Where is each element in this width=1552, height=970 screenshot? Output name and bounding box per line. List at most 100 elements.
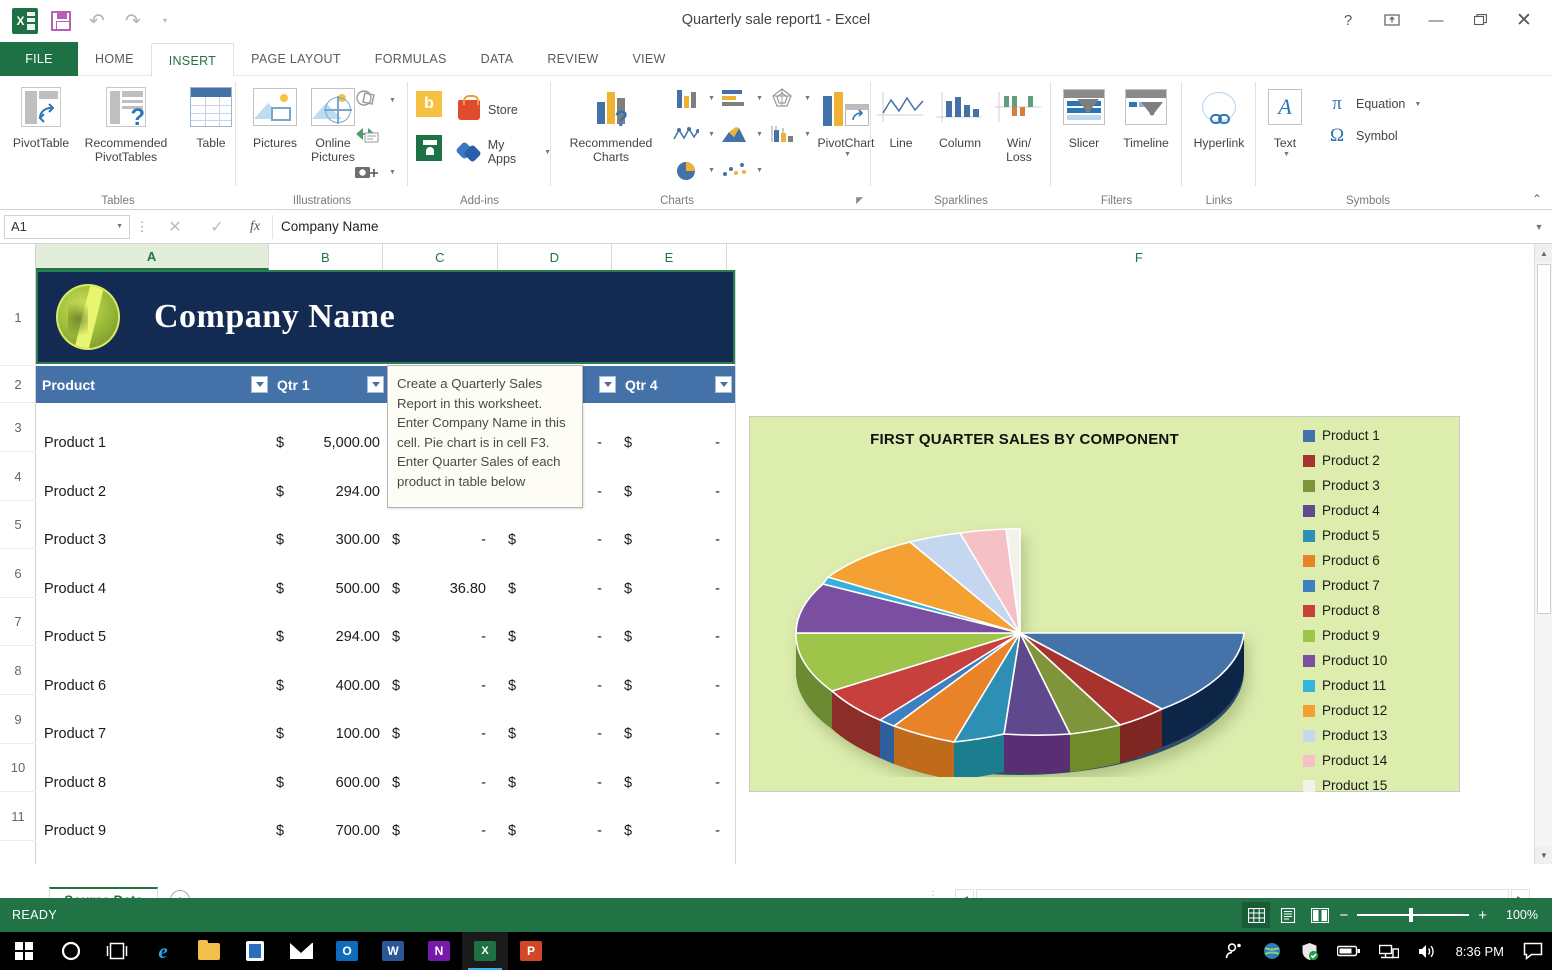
cell-qtr1-value[interactable]: 700.00 [290, 823, 380, 839]
minimize-button[interactable]: — [1414, 4, 1458, 36]
mail-icon[interactable] [278, 932, 324, 970]
zoom-slider[interactable] [1357, 908, 1470, 923]
cell-qtr4-value[interactable]: - [638, 629, 720, 645]
bing-maps-button[interactable]: b [416, 91, 442, 117]
legend-item[interactable]: Product 9 [1303, 623, 1455, 648]
cell-qtr4-value[interactable]: - [638, 775, 720, 791]
cell-qtr1-value[interactable]: 400.00 [290, 678, 380, 694]
cell-product[interactable]: Product 4 [44, 581, 224, 597]
formula-input[interactable]: Company Name [272, 214, 1526, 239]
cell-qtr2-value[interactable]: 36.80 [406, 581, 486, 597]
onenote-icon[interactable]: N [416, 932, 462, 970]
filter-button-product[interactable] [251, 376, 268, 393]
filter-button-qtr1[interactable] [367, 376, 384, 393]
formula-bar-options-icon[interactable]: ⋮ [130, 219, 154, 235]
legend-item[interactable]: Product 6 [1303, 548, 1455, 573]
cell-product[interactable]: Product 1 [44, 435, 224, 451]
row-header-7[interactable]: 7 [0, 598, 36, 646]
legend-item[interactable]: Product 13 [1303, 723, 1455, 748]
filter-button-qtr4[interactable] [715, 376, 732, 393]
column-header-a[interactable]: A [35, 244, 269, 270]
cell-product[interactable]: Product 5 [44, 629, 224, 645]
row-header-6[interactable]: 6 [0, 549, 36, 598]
scroll-up-button[interactable]: ▲ [1535, 244, 1552, 262]
cell-product[interactable]: Product 8 [44, 775, 224, 791]
row-header-4[interactable]: 4 [0, 452, 36, 501]
legend-item[interactable]: Product 14 [1303, 748, 1455, 773]
people-graph-button[interactable] [416, 135, 442, 161]
name-box[interactable]: A1 ▼ [4, 214, 130, 239]
tab-insert[interactable]: INSERT [150, 43, 235, 77]
cell-qtr1-value[interactable]: 600.00 [290, 775, 380, 791]
legend-item[interactable]: Product 5 [1303, 523, 1455, 548]
close-button[interactable]: ✕ [1502, 4, 1546, 36]
volume-icon[interactable] [1408, 943, 1446, 960]
name-box-dropdown-icon[interactable]: ▼ [116, 223, 123, 230]
pie-chart-object[interactable]: FIRST QUARTER SALES BY COMPONENT Product… [749, 416, 1460, 793]
zoom-slider-thumb[interactable] [1409, 908, 1414, 923]
column-header-c[interactable]: C [383, 244, 498, 270]
powerpoint-icon[interactable]: P [508, 932, 554, 970]
cell-qtr2-value[interactable]: - [406, 823, 486, 839]
column-chart-button[interactable]: ▼ [673, 86, 715, 110]
scatter-chart-button[interactable]: ▼ [721, 158, 763, 182]
cell-qtr3-value[interactable]: - [522, 823, 602, 839]
network-globe-icon[interactable] [1253, 941, 1291, 961]
expand-formula-bar-icon[interactable]: ▼ [1526, 222, 1552, 232]
cell-qtr4-value[interactable]: - [638, 678, 720, 694]
page-layout-view-button[interactable] [1274, 902, 1302, 928]
cell-qtr2-value[interactable]: - [406, 532, 486, 548]
cell-product[interactable]: Product 7 [44, 726, 224, 742]
cell-product[interactable]: Product 6 [44, 678, 224, 694]
cell-qtr3-value[interactable]: - [522, 629, 602, 645]
cancel-formula-icon[interactable]: ✕ [154, 217, 196, 237]
tab-file[interactable]: FILE [0, 42, 78, 76]
row-header-3[interactable]: 3 [0, 403, 36, 452]
equation-button[interactable]: π Equation ▼ [1324, 92, 1421, 116]
tab-page-layout[interactable]: PAGE LAYOUT [234, 42, 358, 76]
legend-item[interactable]: Product 1 [1303, 423, 1455, 448]
row-header-9[interactable]: 9 [0, 695, 36, 744]
word-icon[interactable]: W [370, 932, 416, 970]
timeline-button[interactable]: Timeline [1113, 82, 1179, 150]
cell-qtr3-value[interactable]: - [522, 726, 602, 742]
cell-qtr1-value[interactable]: 294.00 [290, 484, 380, 500]
restore-button[interactable] [1458, 4, 1502, 36]
insert-function-icon[interactable]: fx [238, 219, 272, 235]
taskbar-clock[interactable]: 8:36 PM [1446, 944, 1514, 959]
zoom-in-button[interactable]: + [1478, 907, 1487, 924]
cell-qtr4-value[interactable]: - [638, 435, 720, 451]
action-center-icon[interactable] [1514, 942, 1552, 960]
recommended-charts-button[interactable]: ? Recommended Charts [561, 82, 661, 164]
row-header-1[interactable]: 1 [0, 270, 36, 366]
tab-review[interactable]: REVIEW [530, 42, 615, 76]
vertical-scroll-thumb[interactable] [1537, 264, 1551, 614]
task-view-icon[interactable] [94, 932, 140, 970]
cell-qtr1-value[interactable]: 100.00 [290, 726, 380, 742]
tab-view[interactable]: VIEW [615, 42, 682, 76]
legend-item[interactable]: Product 2 [1303, 448, 1455, 473]
cell-qtr2-value[interactable]: - [406, 775, 486, 791]
row-header-10[interactable]: 10 [0, 744, 36, 792]
sparkline-line-button[interactable]: Line [871, 82, 931, 150]
vertical-scrollbar[interactable]: ▲ ▼ [1534, 244, 1552, 864]
windows-defender-icon[interactable] [1291, 942, 1328, 961]
select-all-corner[interactable] [0, 244, 36, 270]
column-header-d[interactable]: D [497, 244, 613, 270]
row-header-8[interactable]: 8 [0, 646, 36, 695]
company-banner-cell[interactable]: Company Name [36, 270, 735, 364]
store-button[interactable]: Store [456, 95, 518, 122]
cell-qtr3-value[interactable]: - [522, 775, 602, 791]
cell-qtr4-value[interactable]: - [638, 532, 720, 548]
network-icon[interactable] [1370, 943, 1408, 960]
help-icon[interactable]: ? [1326, 4, 1370, 36]
sparkline-winloss-button[interactable]: Win/ Loss [991, 82, 1047, 164]
collapse-ribbon-button[interactable]: ⌃ [1532, 192, 1542, 206]
edge-icon[interactable]: e [140, 932, 186, 970]
column-header-b[interactable]: B [268, 244, 384, 270]
area-chart-button[interactable]: ▼ [721, 122, 763, 146]
legend-item[interactable]: Product 12 [1303, 698, 1455, 723]
legend-item[interactable]: Product 8 [1303, 598, 1455, 623]
legend-item[interactable]: Product 7 [1303, 573, 1455, 598]
legend-item[interactable]: Product 10 [1303, 648, 1455, 673]
